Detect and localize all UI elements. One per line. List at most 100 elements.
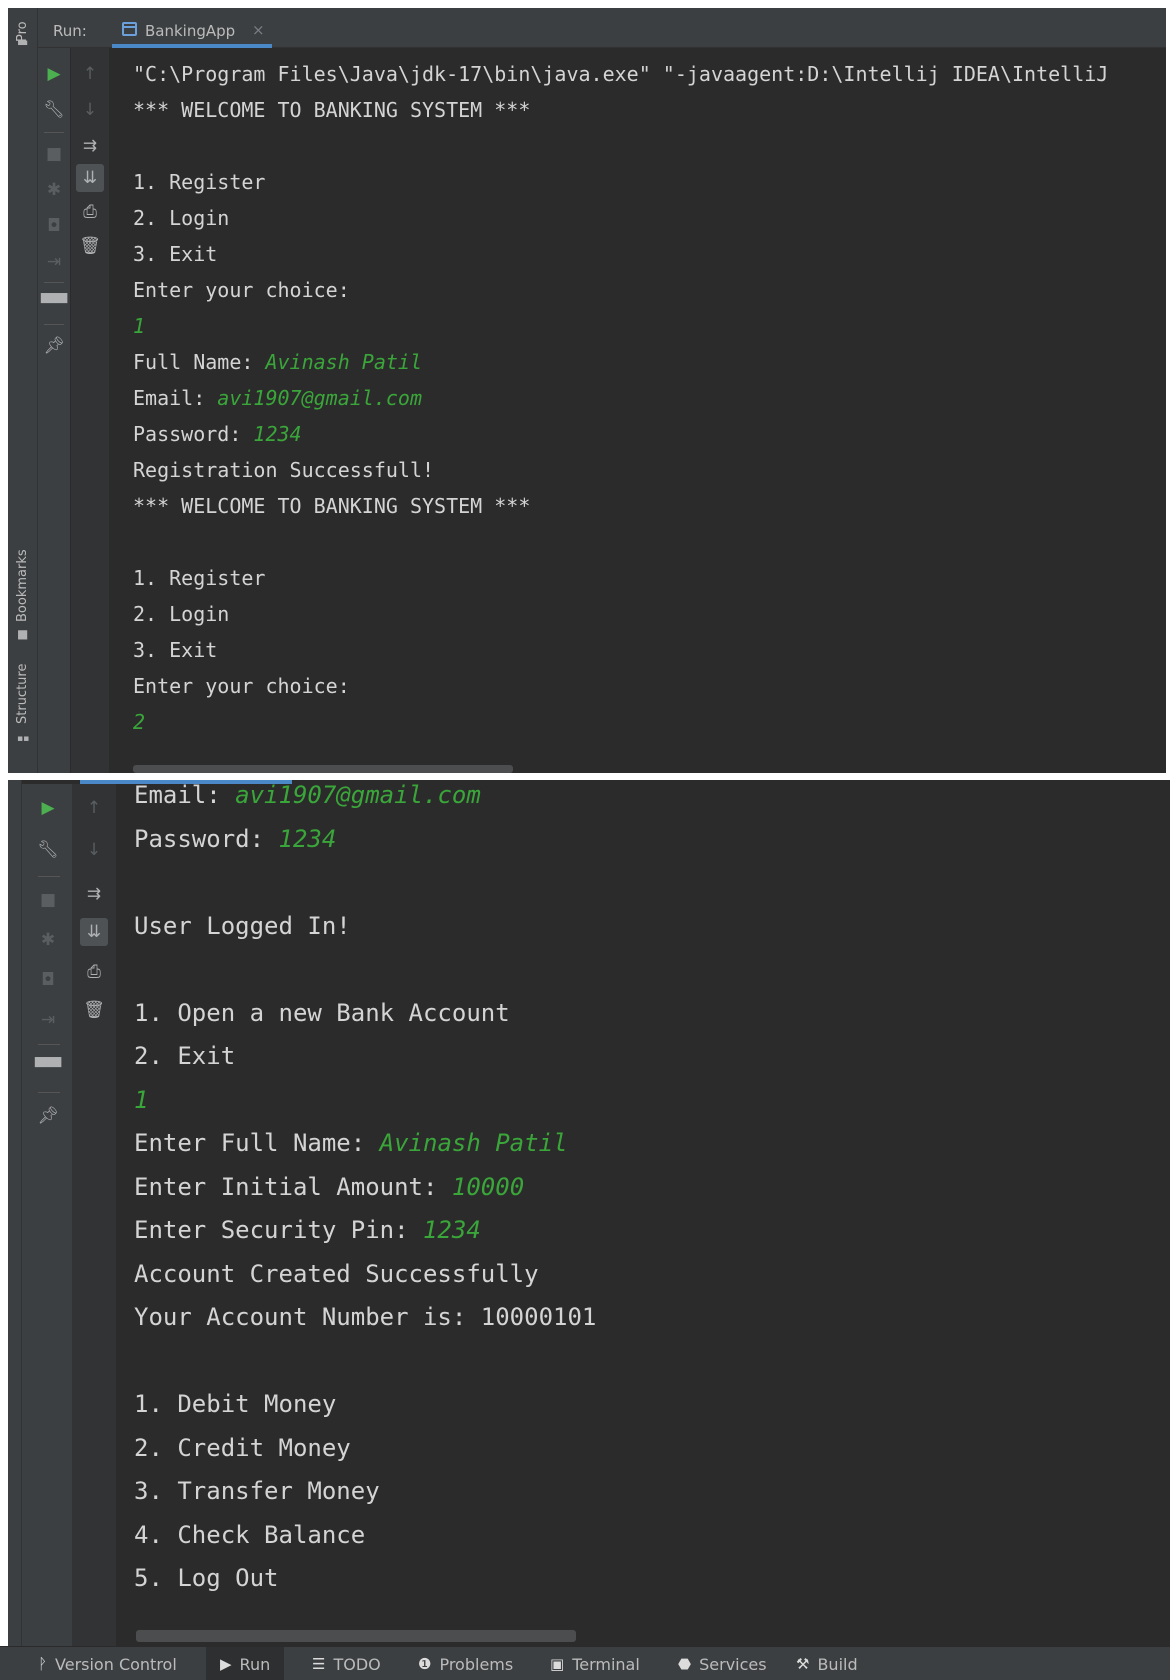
user-input: 1 (134, 1085, 149, 1114)
terminal-tab[interactable]: ▣ Terminal (550, 1647, 640, 1680)
console-line: 5. Log Out (134, 1557, 596, 1601)
console-text: Email: (134, 781, 236, 809)
console-text: Account Created Successfully (134, 1259, 539, 1288)
console-line: Enter Full Name: Avinash Patil (134, 1122, 596, 1166)
stop-icon[interactable]: ■ (34, 886, 62, 914)
application-window-icon (122, 22, 137, 36)
exit-icon[interactable]: ⇥ (40, 248, 68, 276)
camera-icon[interactable]: ◘ (34, 966, 62, 994)
user-input: Avinash Patil (379, 1129, 568, 1157)
bookmarks-tool-label[interactable]: Bookmarks (15, 549, 30, 622)
soft-wrap-icon[interactable]: ⇉ (80, 880, 108, 908)
console-line: Registration Successfull! (133, 452, 1108, 488)
horizontal-scrollbar[interactable] (133, 765, 513, 773)
console-text: 3. Exit (133, 638, 218, 662)
run-label: Run: (53, 22, 87, 40)
console-text: *** WELCOME TO BANKING SYSTEM *** (133, 98, 531, 122)
user-input: 1234 (422, 1216, 481, 1244)
layout-icon[interactable]: ▀▀ (34, 1054, 62, 1082)
print-icon[interactable]: ⎙ (80, 958, 108, 986)
wrench-icon[interactable]: 🔧︎ (34, 836, 62, 864)
tool-window-bar: ᚹ Version Control ▶ Run ☰ TODO ❶ Problem… (0, 1646, 1170, 1680)
layout-icon[interactable]: ▀▀ (40, 290, 68, 318)
soft-wrap-icon[interactable]: ⇉ (76, 132, 104, 160)
close-icon[interactable]: × (252, 21, 265, 39)
console-line: Email: avi1907@gmail.com (133, 380, 1108, 416)
console-line: "C:\Program Files\Java\jdk-17\bin\java.e… (133, 56, 1108, 92)
console-text: Enter Full Name: (134, 1129, 380, 1157)
hammer-icon: ⚒ (796, 1655, 810, 1673)
user-input: 1234 (253, 422, 302, 446)
pin-icon[interactable]: 📌︎ (34, 1102, 62, 1130)
build-label: Build (817, 1654, 858, 1674)
active-tab-indicator (112, 44, 272, 48)
console-line: *** WELCOME TO BANKING SYSTEM *** (133, 488, 1108, 524)
console-text: 1. Register (133, 170, 266, 194)
terminal-label: Terminal (572, 1654, 640, 1674)
console-text: *** WELCOME TO BANKING SYSTEM *** (133, 494, 531, 518)
run-tab[interactable]: ▶ Run (206, 1647, 285, 1680)
trash-icon[interactable]: 🗑︎ (76, 232, 104, 260)
tab-bankingapp[interactable]: BankingApp × (112, 14, 272, 48)
run-tool-header: Run: BankingApp × (38, 8, 1166, 48)
console-line: 2. Login (133, 200, 1108, 236)
tool-window-strip: Pro ▬ Bookmarks ■ Structure ▪▪ (8, 8, 38, 773)
user-input: avi1907@gmail.com (235, 781, 481, 809)
build-tab[interactable]: ⚒ Build (796, 1647, 858, 1680)
version-control-tab[interactable]: ᚹ Version Control (38, 1647, 177, 1680)
console-text: 2. Login (133, 206, 230, 230)
console-line: Enter Security Pin: 1234 (134, 1209, 596, 1253)
run-toolbar-secondary: ↑ ↓ ⇉ ⇊ ⎙ 🗑︎ (71, 48, 109, 773)
user-input: 2 (133, 710, 146, 734)
exit-icon[interactable]: ⇥ (34, 1006, 62, 1034)
problems-tab[interactable]: ❶ Problems (418, 1647, 513, 1680)
horizontal-scrollbar[interactable] (136, 1630, 576, 1642)
todo-tab[interactable]: ☰ TODO (312, 1647, 381, 1680)
tab-label: BankingApp (145, 22, 236, 40)
console-text: Enter Security Pin: (134, 1216, 423, 1244)
console-text: "C:\Program Files\Java\jdk-17\bin\java.e… (133, 62, 1109, 86)
top-run-window: Pro ▬ Bookmarks ■ Structure ▪▪ Run: Bank… (8, 8, 1166, 773)
console-output[interactable]: Email: avi1907@gmail.com Password: 1234 Us… (134, 780, 596, 1601)
scroll-to-end-icon[interactable]: ⇊ (80, 918, 108, 946)
trash-icon[interactable]: 🗑︎ (80, 996, 108, 1024)
toolbar-divider (44, 282, 64, 283)
console-line: 1. Register (133, 560, 1108, 596)
rerun-icon[interactable]: ▶ (34, 794, 62, 822)
arrow-down-icon[interactable]: ↓ (76, 96, 104, 124)
arrow-up-icon[interactable]: ↑ (76, 60, 104, 88)
console-output[interactable]: "C:\Program Files\Java\jdk-17\bin\java.e… (133, 56, 1108, 740)
stop-icon[interactable]: ■ (40, 140, 68, 168)
console-line: Password: 1234 (134, 818, 596, 862)
console-line: 4. Check Balance (134, 1514, 596, 1558)
run-toolbar-primary: ▶ 🔧︎ ■ ✱ ◘ ⇥ ▀▀ 📌︎ (22, 784, 72, 1646)
list-icon: ☰ (312, 1655, 326, 1673)
user-input: Avinash Patil (265, 350, 422, 374)
user-input: 1 (133, 314, 146, 338)
console-line: Enter your choice: (133, 668, 1108, 704)
print-icon[interactable]: ⎙ (76, 198, 104, 226)
wrench-icon[interactable]: 🔧︎ (40, 96, 68, 124)
scroll-to-end-icon[interactable]: ⇊ (76, 164, 104, 192)
console-line: 2. Exit (134, 1035, 596, 1079)
camera-icon[interactable]: ◘ (40, 212, 68, 240)
debug-bug-icon[interactable]: ✱ (40, 176, 68, 204)
services-tab[interactable]: ⬣ Services (678, 1647, 767, 1680)
rerun-icon[interactable]: ▶ (40, 60, 68, 88)
debug-bug-icon[interactable]: ✱ (34, 926, 62, 954)
console-line: 3. Exit (133, 632, 1108, 668)
arrow-down-icon[interactable]: ↓ (80, 836, 108, 864)
toolbar-divider (44, 324, 64, 325)
toolbar-divider (38, 1092, 60, 1093)
run-toolbar-primary: ▶ 🔧︎ ■ ✱ ◘ ⇥ ▀▀ 📌︎ (38, 48, 70, 773)
pin-icon[interactable]: 📌︎ (40, 332, 68, 360)
branch-icon: ᚹ (38, 1655, 48, 1673)
problems-label: Problems (439, 1654, 514, 1674)
structure-tool-label[interactable]: Structure (15, 664, 30, 724)
console-text: Email: (133, 386, 218, 410)
console-text: 2. Exit (134, 1042, 236, 1070)
arrow-up-icon[interactable]: ↑ (80, 794, 108, 822)
console-line: 1. Open a new Bank Account (134, 992, 596, 1036)
console-text: 1. Debit Money (134, 1390, 337, 1418)
